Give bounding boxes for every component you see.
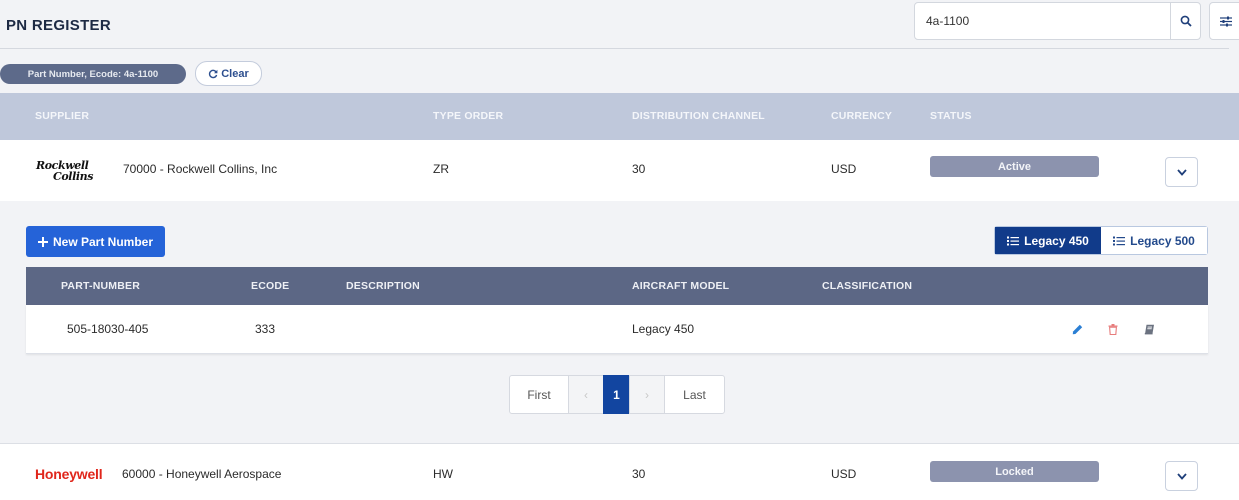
refresh-icon [209,69,218,78]
expand-row-button[interactable] [1165,461,1198,491]
chevron-down-icon [1176,168,1187,176]
edit-button[interactable] [1070,322,1084,336]
page-title: PN REGISTER [6,17,111,34]
page-last-button[interactable]: Last [664,375,725,414]
header-divider [0,48,1229,49]
distribution-channel: 30 [632,162,646,176]
type-order: ZR [433,162,449,176]
table-row[interactable]: 505-18030-405 333 Legacy 450 [26,305,1208,354]
pencil-icon [1072,324,1082,334]
search-button[interactable] [1170,2,1201,40]
list-icon [1007,236,1020,245]
column-header-currency: CURRENCY [831,110,893,122]
part-number-panel: New Part Number Legacy 450 Legacy 500 PA… [0,201,1239,434]
new-part-number-button[interactable]: New Part Number [26,226,165,257]
page-current[interactable]: 1 [603,375,630,414]
aircraft-model: Legacy 450 [632,322,695,336]
supplier-row[interactable]: Rockwell Collins 70000 - Rockwell Collin… [0,140,1239,201]
type-order: HW [433,467,453,481]
ecode: 333 [255,322,276,336]
rockwell-collins-logo: Rockwell Collins [36,160,93,182]
supplier-name: 60000 - Honeywell Aerospace [122,467,282,481]
search-icon [1180,15,1192,27]
new-part-number-label: New Part Number [52,234,154,249]
status-badge: Active [930,156,1099,177]
supplier-row[interactable]: Honeywell 60000 - Honeywell Aerospace HW… [0,444,1239,500]
logo-line: Collins [53,170,94,183]
part-number: 505-18030-405 [67,322,149,336]
supplier-table-header: SUPPLIER TYPE ORDER DISTRIBUTION CHANNEL… [0,93,1239,140]
column-header-status: STATUS [930,110,972,122]
clear-filter-button[interactable]: Clear [195,61,262,86]
page-prev-button[interactable]: ‹ [568,375,604,414]
trash-icon [1108,323,1118,335]
part-number-table-header: PART-NUMBER ECODE DESCRIPTION AIRCRAFT M… [26,267,1208,305]
column-header-type-order: TYPE ORDER [433,110,504,122]
column-header-classification: CLASSIFICATION [822,280,913,292]
distribution-channel: 30 [632,467,646,481]
currency: USD [831,467,857,481]
list-icon [1113,236,1126,245]
sliders-icon [1220,16,1232,26]
book-icon [1144,324,1154,334]
plus-icon [37,236,48,247]
column-header-part-number: PART-NUMBER [61,280,141,292]
column-header-supplier: SUPPLIER [35,110,90,122]
chevron-down-icon [1176,472,1187,480]
active-filter-chip: Part Number, Ecode: 4a-1100 [0,64,186,84]
page-first-button[interactable]: First [509,375,569,414]
details-button[interactable] [1142,322,1156,336]
filter-settings-button[interactable] [1209,2,1239,40]
search-input[interactable]: 4a-1100 [914,2,1172,40]
clear-label: Clear [221,67,249,80]
page-next-button[interactable]: › [629,375,665,414]
tab-legacy-500[interactable]: Legacy 500 [1101,227,1207,254]
tab-label: Legacy 450 [1024,233,1089,248]
supplier-name: 70000 - Rockwell Collins, Inc [123,162,278,176]
honeywell-logo: Honeywell [35,466,103,482]
column-header-description: DESCRIPTION [346,280,420,292]
expand-row-button[interactable] [1165,157,1198,187]
aircraft-toggle-group: Legacy 450 Legacy 500 [994,226,1208,255]
tab-label: Legacy 500 [1130,233,1195,248]
status-badge: Locked [930,461,1099,482]
column-header-ecode: ECODE [251,280,290,292]
column-header-aircraft-model: AIRCRAFT MODEL [632,280,730,292]
column-header-distribution-channel: DISTRIBUTION CHANNEL [632,110,765,122]
pagination: First ‹ 1 › Last [509,375,725,414]
delete-button[interactable] [1106,322,1120,336]
currency: USD [831,162,857,176]
page-header: PN REGISTER 4a-1100 [0,0,1239,49]
tab-legacy-450[interactable]: Legacy 450 [995,227,1101,254]
